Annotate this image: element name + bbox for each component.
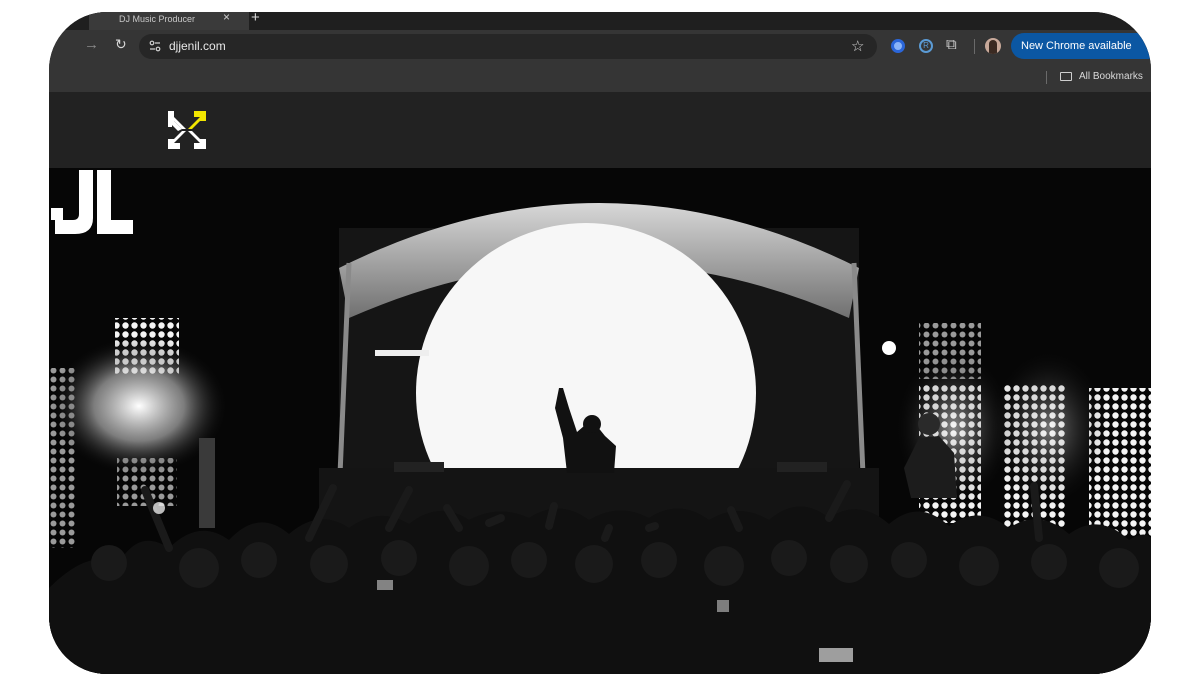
new-tab-button[interactable]: + [251,12,260,26]
bookmark-star-icon[interactable]: ☆ [851,37,864,55]
address-bar[interactable]: djjenil.com ☆ [139,34,877,59]
all-bookmarks-link[interactable]: All Bookmarks [1079,71,1143,82]
tab-close-icon[interactable]: × [223,12,230,24]
browser-toolbar: → ↻ djjenil.com ☆ R ⧉ New Chrome availab… [49,30,1151,62]
site-header [49,92,1151,168]
url-text: djjenil.com [169,39,226,53]
screenshot-frame: DJ Music Producer × + → ↻ djjenil.com ☆ … [49,12,1151,674]
extension-icon[interactable]: R [919,39,933,53]
site-info-icon[interactable] [149,39,161,53]
hero-concert-image [49,168,1151,674]
extension-icon[interactable] [891,39,905,53]
tab-title: DJ Music Producer [119,14,196,24]
jl-brand-logo [51,170,133,234]
bookmarks-bar: All Bookmarks [49,62,1151,92]
extensions-puzzle-icon[interactable]: ⧉ [946,36,957,53]
bookmarks-divider [1046,71,1047,84]
update-chrome-button[interactable]: New Chrome available [1011,33,1151,59]
profile-avatar[interactable] [985,38,1001,54]
toolbar-divider [974,39,975,54]
forward-icon[interactable]: → [84,36,99,53]
site-logo-icon[interactable] [166,109,208,151]
folder-icon[interactable] [1060,72,1072,81]
tab-strip: DJ Music Producer × + [49,12,1151,30]
reload-icon[interactable]: ↻ [115,36,127,53]
